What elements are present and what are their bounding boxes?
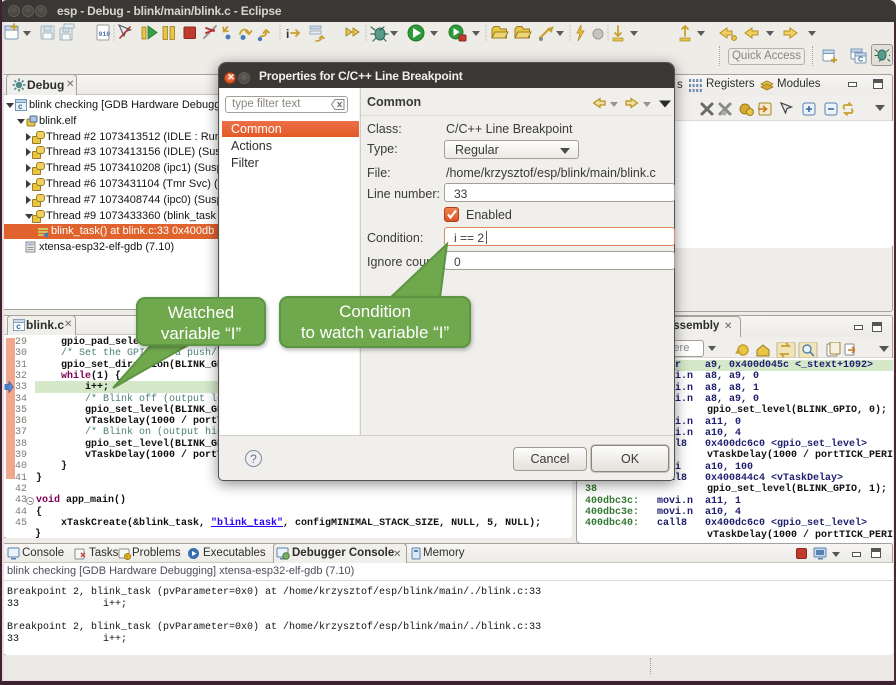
svg-text:010: 010 [99,31,111,38]
svg-text:c: c [18,102,23,111]
svg-text:C: C [858,57,863,64]
svg-text:i: i [286,27,289,41]
svg-text:c: c [16,322,21,331]
